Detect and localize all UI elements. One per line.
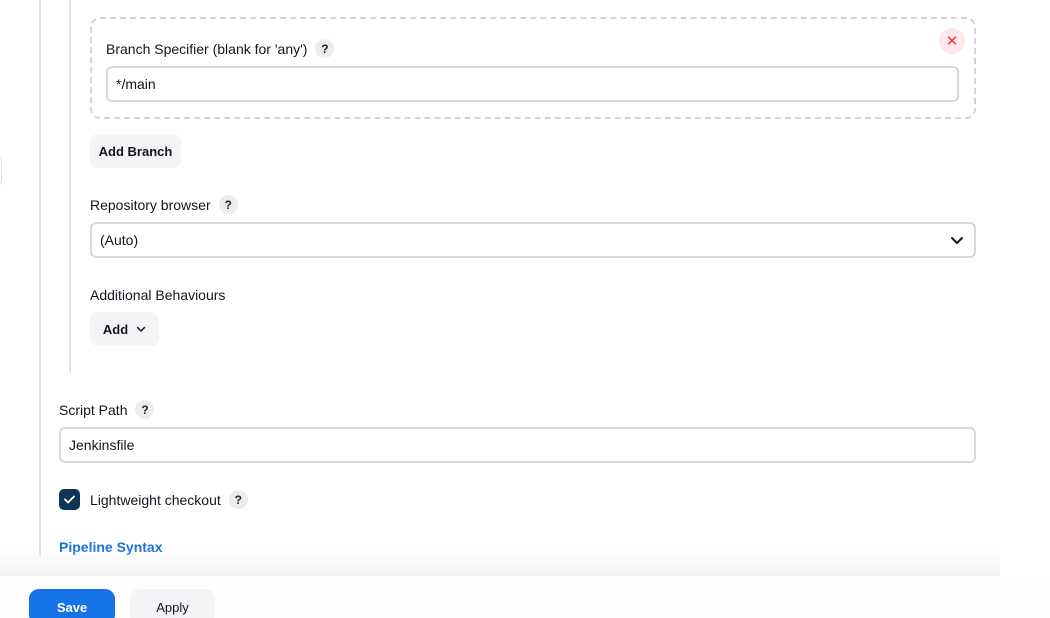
add-branch-button[interactable]: Add Branch bbox=[90, 134, 181, 168]
script-path-label-text: Script Path bbox=[59, 401, 128, 418]
help-icon[interactable]: ? bbox=[218, 195, 238, 214]
repository-browser-label-text: Repository browser bbox=[90, 196, 211, 213]
branch-specifier-input[interactable]: */main bbox=[106, 66, 959, 102]
section-divider-outer bbox=[39, 0, 41, 556]
chevron-down-icon bbox=[136, 326, 146, 333]
branch-specifier-label: Branch Specifier (blank for 'any') ? bbox=[106, 39, 335, 58]
help-icon[interactable]: ? bbox=[315, 39, 335, 58]
lightweight-checkout-checkbox[interactable] bbox=[59, 489, 80, 510]
apply-button[interactable]: Apply bbox=[130, 589, 215, 618]
branch-specifier-label-text: Branch Specifier (blank for 'any') bbox=[106, 40, 308, 57]
close-icon: ✕ bbox=[945, 33, 959, 50]
help-icon[interactable]: ? bbox=[135, 400, 155, 419]
side-panel-edge bbox=[0, 154, 2, 186]
footer-shadow bbox=[0, 548, 1000, 576]
repository-browser-select[interactable]: (Auto) bbox=[90, 222, 976, 258]
add-behaviour-label: Add bbox=[102, 321, 129, 337]
lightweight-checkout-label-text[interactable]: Lightweight checkout bbox=[90, 492, 221, 508]
chevron-down-icon bbox=[951, 237, 963, 244]
save-button[interactable]: Save bbox=[29, 589, 115, 618]
section-divider-inner bbox=[69, 0, 71, 373]
additional-behaviours-label: Additional Behaviours bbox=[90, 287, 226, 303]
checkmark-icon bbox=[64, 495, 75, 504]
repository-browser-label: Repository browser ? bbox=[90, 195, 238, 214]
lightweight-checkout-label: Lightweight checkout ? bbox=[90, 490, 248, 509]
script-path-label: Script Path ? bbox=[59, 400, 155, 419]
repository-browser-selected: (Auto) bbox=[100, 232, 139, 248]
remove-branch-button[interactable]: ✕ bbox=[939, 28, 965, 54]
script-path-input[interactable]: Jenkinsfile bbox=[59, 427, 976, 463]
help-icon[interactable]: ? bbox=[228, 490, 248, 509]
add-behaviour-button[interactable]: Add bbox=[90, 312, 159, 346]
